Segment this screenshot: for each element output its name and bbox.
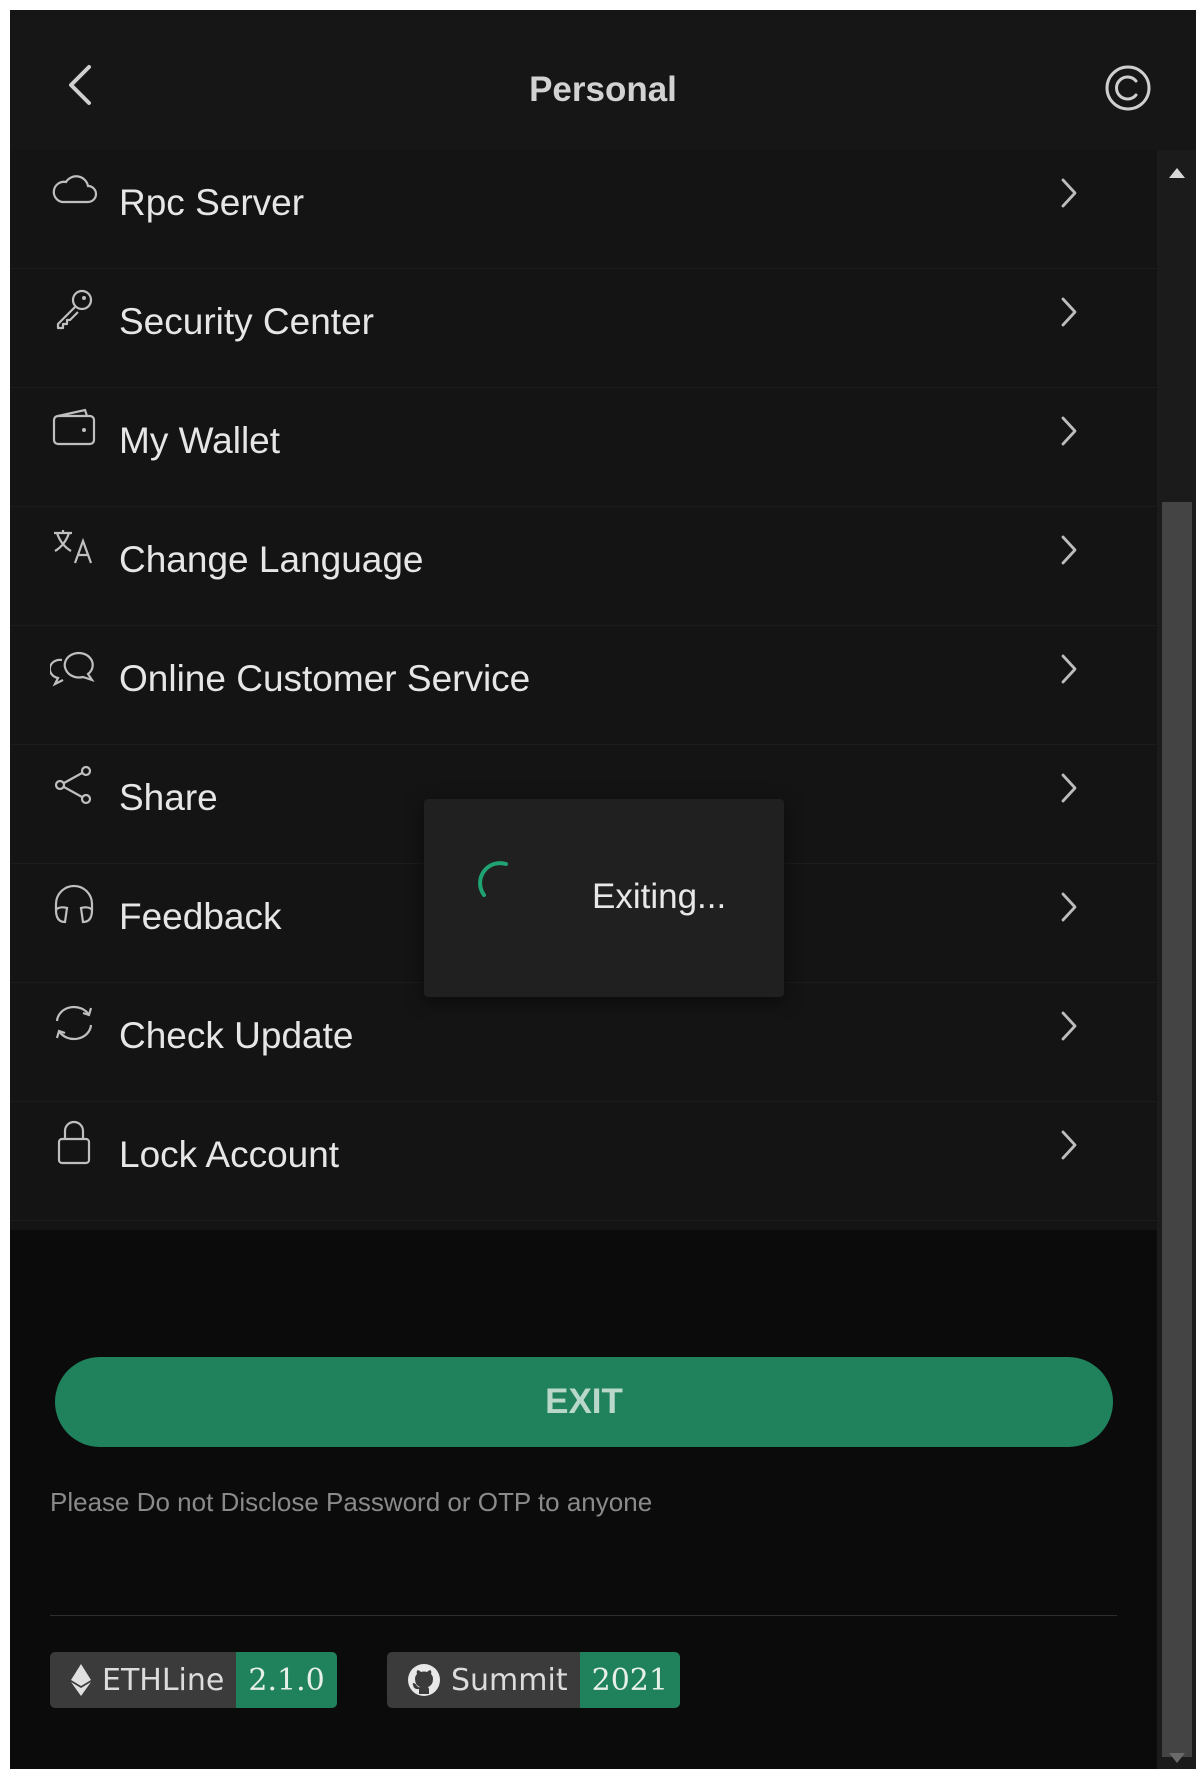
menu-item-online-customer-service[interactable]: Online Customer Service [10, 626, 1157, 745]
headphones-icon [50, 882, 98, 926]
menu-item-label: Online Customer Service [119, 658, 531, 699]
loading-spinner-icon [478, 861, 508, 897]
chevron-right-icon [1053, 1003, 1085, 1049]
badge-label: ETHLine [50, 1652, 237, 1708]
app-window: Personal Rpc Server Security Center My W… [10, 10, 1196, 1769]
chevron-right-icon [1053, 1122, 1085, 1168]
menu-item-label: Change Language [119, 539, 424, 580]
menu-item-label: Security Center [119, 301, 374, 342]
menu-item-label: Share [119, 777, 218, 818]
menu-item-security-center[interactable]: Security Center [10, 269, 1157, 388]
menu-item-rpc-server[interactable]: Rpc Server [10, 150, 1157, 269]
chevron-right-icon [1053, 527, 1085, 573]
exit-button[interactable]: EXIT [55, 1357, 1113, 1447]
chevron-right-icon [1053, 765, 1085, 811]
key-icon [50, 287, 98, 331]
scrollbar-thumb[interactable] [1162, 502, 1192, 1757]
share-icon [50, 763, 98, 807]
github-icon [408, 1664, 440, 1696]
badge-name: Summit [451, 1662, 568, 1698]
menu-item-check-update[interactable]: Check Update [10, 983, 1157, 1102]
lock-icon [50, 1120, 98, 1165]
summit-badge[interactable]: Summit 2021 [387, 1652, 680, 1708]
badge-value: 2.1.0 [236, 1652, 337, 1708]
menu-item-change-language[interactable]: Change Language [10, 507, 1157, 626]
badge-label: Summit [387, 1652, 580, 1708]
cloud-icon [50, 168, 98, 212]
page-title: Personal [529, 70, 677, 109]
settings-menu: Rpc Server Security Center My Wallet Cha… [10, 150, 1157, 1230]
chat-bubbles-icon [50, 644, 98, 688]
chevron-right-icon [1053, 289, 1085, 335]
divider [50, 1615, 1117, 1616]
menu-item-label: Lock Account [119, 1134, 340, 1175]
chevron-right-icon [1053, 170, 1085, 216]
menu-item-lock-account[interactable]: Lock Account [10, 1102, 1157, 1221]
version-badge[interactable]: ETHLine 2.1.0 [50, 1652, 337, 1708]
header-bar: Personal [10, 10, 1196, 150]
security-warning-text: Please Do not Disclose Password or OTP t… [50, 1487, 653, 1517]
toast-message: Exiting... [592, 877, 727, 916]
menu-item-my-wallet[interactable]: My Wallet [10, 388, 1157, 507]
wallet-icon [50, 406, 98, 450]
menu-item-label: Check Update [119, 1015, 354, 1056]
badge-name: ETHLine [102, 1662, 225, 1698]
menu-item-label: Rpc Server [119, 182, 305, 223]
loading-toast: Exiting... [424, 799, 784, 997]
scroll-up-arrow-icon[interactable] [1169, 168, 1185, 178]
scroll-down-arrow-icon[interactable] [1169, 1753, 1185, 1763]
chevron-right-icon [1053, 646, 1085, 692]
copyright-refresh-icon [1105, 65, 1151, 111]
vertical-scrollbar[interactable] [1157, 150, 1196, 1769]
menu-item-label: My Wallet [119, 420, 281, 461]
badge-value: 2021 [579, 1652, 680, 1708]
chevron-right-icon [1053, 884, 1085, 930]
sync-icon [50, 1001, 98, 1045]
ethereum-icon [71, 1664, 91, 1696]
chevron-right-icon [1053, 408, 1085, 454]
translate-icon [50, 525, 98, 569]
refresh-button[interactable] [1100, 60, 1156, 116]
menu-item-label: Feedback [119, 896, 282, 937]
